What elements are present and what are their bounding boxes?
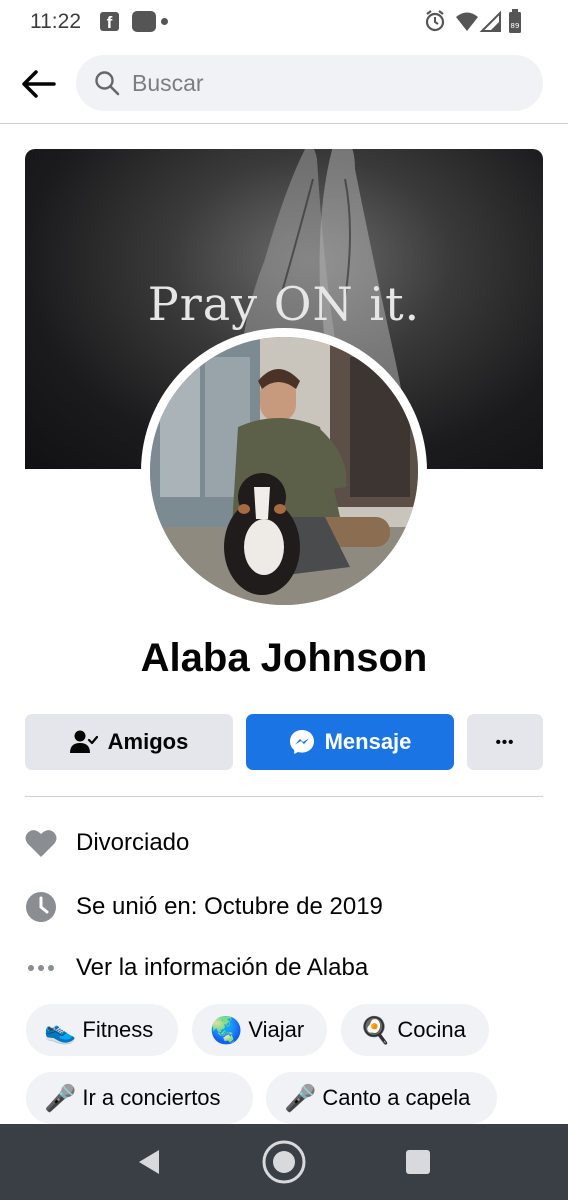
messenger-icon [289, 729, 315, 755]
more-options-button[interactable]: ••• [467, 714, 543, 770]
square-recents-icon [406, 1150, 430, 1174]
search-icon [94, 70, 120, 101]
globe-icon: 🌏 [210, 1015, 243, 1045]
profile-avatar[interactable] [150, 337, 418, 605]
nav-recent-apps-button[interactable] [396, 1140, 440, 1184]
sneaker-icon: 👟 [44, 1015, 77, 1045]
hobby-chip-a-cappella[interactable]: 🎤 Canto a capela [266, 1072, 497, 1124]
joined-row: Se unió en: Octubre de 2019 [25, 887, 383, 927]
triangle-back-icon [139, 1150, 159, 1174]
status-bar: 11:22 f 89 [0, 0, 568, 44]
nav-back-button[interactable] [127, 1140, 171, 1184]
status-icons: 89 [424, 9, 546, 33]
joined-date: Se unió en: Octubre de 2019 [76, 893, 383, 920]
friends-button-label: Amigos [107, 729, 189, 754]
back-arrow-icon [22, 70, 56, 98]
hobby-label: Ir a conciertos [82, 1085, 221, 1110]
alarm-icon [425, 10, 445, 32]
hobby-chip-concerts[interactable]: 🎤 Ir a conciertos [26, 1072, 253, 1124]
system-nav-bar [0, 1124, 568, 1200]
microphone-icon: 🎤 [284, 1083, 317, 1113]
back-button[interactable] [16, 62, 60, 106]
status-time: 11:22 [30, 10, 81, 33]
wifi-icon [456, 12, 478, 31]
microphone-icon: 🎤 [44, 1083, 77, 1113]
divider [25, 796, 543, 797]
friend-check-icon [69, 730, 98, 754]
facebook-notification-icon: f [100, 12, 119, 32]
relationship-status: Divorciado [76, 829, 190, 856]
search-input[interactable] [132, 55, 512, 111]
hobby-chip-fitness[interactable]: 👟 Fitness [26, 1004, 178, 1056]
profile-name: Alaba Johnson [140, 636, 428, 680]
home-circle-icon [262, 1140, 306, 1184]
cover-text-line-1: Pray ON it. [147, 277, 421, 331]
message-button-label: Mensaje [324, 729, 412, 754]
hobby-label: Fitness [82, 1017, 154, 1042]
avatar-ring [141, 328, 427, 614]
signal-icon [479, 10, 501, 32]
see-info-link[interactable]: Ver la información de Alaba [76, 954, 368, 982]
hobby-label: Cocina [397, 1017, 466, 1042]
hobby-label: Viajar [248, 1017, 305, 1042]
search-header [0, 44, 568, 124]
app-notification-icon [132, 11, 156, 32]
hobby-chip-cooking[interactable]: 🍳 Cocina [341, 1004, 489, 1056]
clock-icon [25, 891, 57, 923]
battery-icon: 89 [509, 9, 521, 33]
relationship-row: Divorciado [25, 823, 189, 863]
hobby-chip-travel[interactable]: 🌏 Viajar [192, 1004, 327, 1056]
more-dots-icon [25, 952, 57, 984]
friends-button[interactable]: Amigos [25, 714, 233, 770]
heart-icon [25, 827, 57, 859]
see-info-row[interactable]: Ver la información de Alaba [25, 948, 368, 988]
search-box[interactable] [76, 55, 543, 111]
frying-pan-icon: 🍳 [359, 1015, 392, 1045]
message-button[interactable]: Mensaje [246, 714, 454, 770]
battery-level: 89 [511, 22, 520, 30]
more-dots-icon: ••• [495, 733, 515, 751]
hobby-label: Canto a capela [322, 1085, 471, 1110]
nav-home-button[interactable] [262, 1140, 306, 1184]
more-notifications-dot [161, 18, 168, 25]
